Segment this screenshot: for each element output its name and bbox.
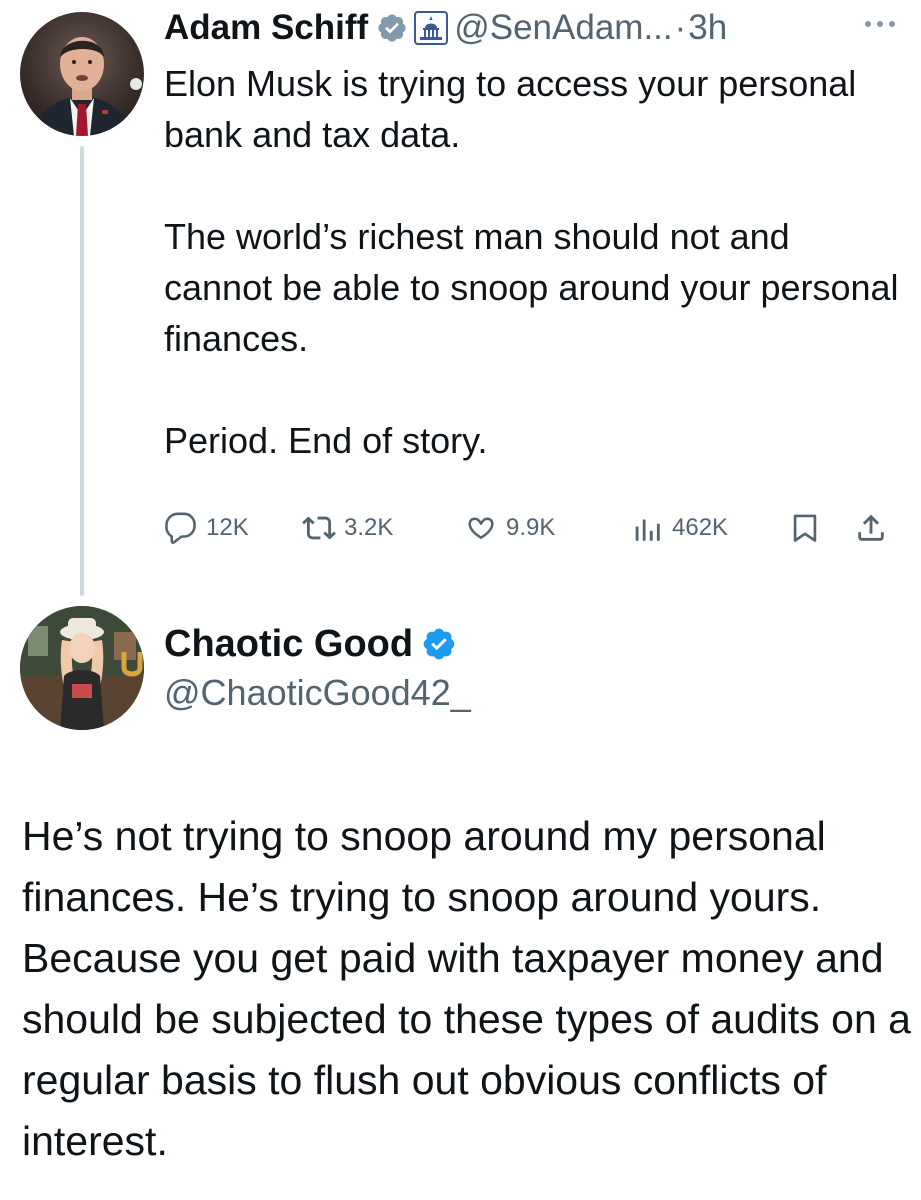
views-button[interactable]: 462K: [630, 504, 728, 552]
repost-icon: [302, 511, 336, 545]
heart-icon: [464, 511, 498, 545]
author-name[interactable]: Adam Schiff: [164, 8, 368, 48]
tweet-paragraph: Period. End of story.: [164, 420, 488, 461]
repost-count: 3.2K: [344, 514, 394, 541]
verified-badge-blue-icon: [421, 626, 457, 662]
avatar-illustration-icon: [20, 606, 144, 730]
reply-author-avatar[interactable]: [20, 606, 144, 730]
reply-text: He’s not trying to snoop around my perso…: [22, 813, 911, 1164]
original-tweet: Adam Schiff @SenAdam... · 3h Elon Musk i…: [0, 0, 921, 600]
header-separator: ·: [674, 8, 687, 47]
share-button[interactable]: [854, 504, 888, 552]
reply-author-handle[interactable]: @ChaoticGood42_: [164, 672, 471, 714]
tweet-header: Adam Schiff @SenAdam... · 3h: [164, 4, 727, 52]
reply-button[interactable]: 12K: [164, 504, 249, 552]
bookmark-icon: [788, 511, 822, 545]
reply-icon: [164, 511, 198, 545]
like-button[interactable]: 9.9K: [464, 504, 555, 552]
tweet-text: Elon Musk is trying to access your perso…: [164, 58, 904, 466]
author-avatar[interactable]: [20, 12, 144, 136]
avatar-portrait-icon: [34, 37, 142, 136]
like-count: 9.9K: [506, 514, 556, 541]
reply-author-name[interactable]: Chaotic Good: [164, 623, 413, 666]
author-handle[interactable]: @SenAdam...: [454, 8, 672, 48]
more-options-icon[interactable]: [862, 14, 902, 34]
reply-count: 12K: [206, 514, 249, 541]
repost-button[interactable]: 3.2K: [302, 504, 393, 552]
capitol-building-icon: [414, 11, 449, 45]
tweet-timestamp[interactable]: 3h: [688, 8, 727, 48]
tweet-action-bar: 12K 3.2K 9.9K 462K: [164, 504, 904, 552]
bookmark-button[interactable]: [788, 504, 822, 552]
share-icon: [854, 511, 888, 545]
thread-connector-line: [80, 146, 84, 596]
views-bar-chart-icon: [630, 511, 664, 545]
tweet-paragraph: The world’s richest man should not and c…: [164, 216, 899, 359]
verified-badge-grey-icon: [376, 12, 408, 44]
views-count: 462K: [672, 514, 729, 541]
tweet-paragraph: Elon Musk is trying to access your perso…: [164, 63, 857, 155]
reply-header: Chaotic Good: [164, 616, 457, 672]
